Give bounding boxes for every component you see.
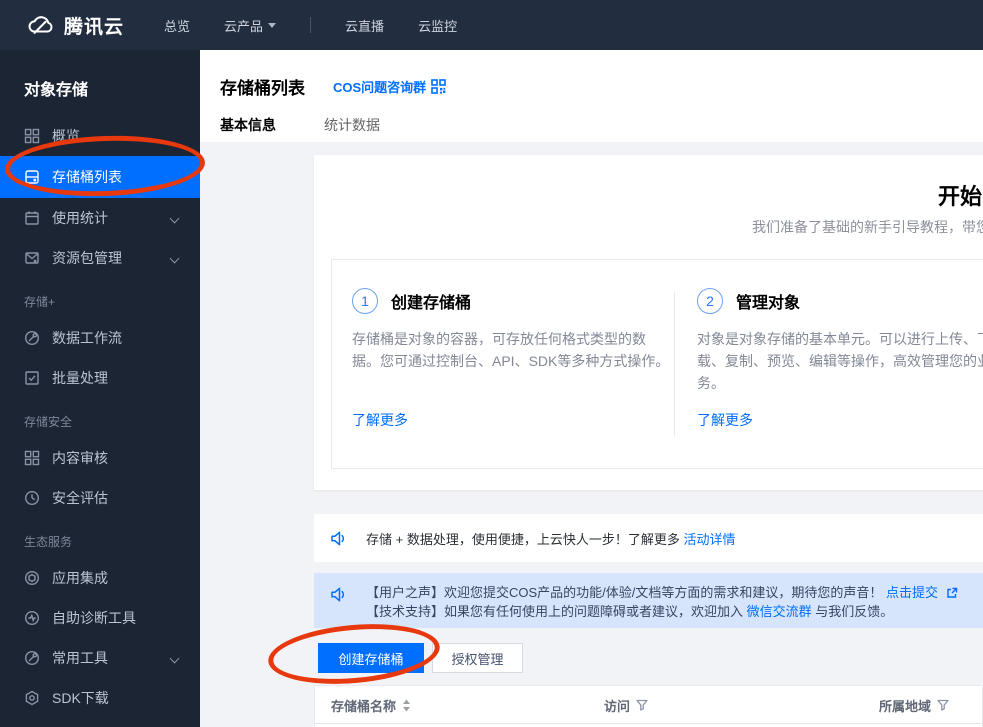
sidebar-item-key-management[interactable]: 密钥管理: [0, 718, 200, 727]
learn-more-link[interactable]: 了解更多: [352, 410, 408, 430]
integration-icon: [24, 570, 40, 586]
sidebar-item-label: 使用统计: [52, 210, 108, 226]
submit-feedback-link[interactable]: 点击提交: [886, 585, 938, 600]
bucket-table-header: 存储桶名称 访问 所属地域: [315, 686, 982, 724]
brand-name: 腾讯云: [64, 16, 125, 38]
gauge-icon: [24, 490, 40, 506]
wechat-group-link[interactable]: 微信交流群: [747, 604, 812, 619]
nav-item-monitor[interactable]: 云监控: [418, 16, 457, 35]
auth-management-button[interactable]: 授权管理: [432, 643, 523, 673]
sdk-icon: [24, 690, 40, 706]
top-navbar: 腾讯云 总览 云产品 云直播 云监控: [0, 0, 983, 50]
column-region[interactable]: 所属地域: [879, 686, 949, 724]
workflow-icon: [24, 330, 40, 346]
sidebar-item-label: 常用工具: [52, 650, 108, 666]
step-manage-objects: 2 管理对象 对象是对象存储的基本单元。可以进行上传、下载、复制、预览、编辑等操…: [674, 288, 983, 436]
brand-logo[interactable]: 腾讯云: [26, 12, 124, 39]
step-number-badge: 1: [352, 288, 378, 314]
speaker-icon: [330, 586, 347, 628]
promo-banner: 存储 + 数据处理，使用便捷，上云快人一步！了解更多 活动详情: [314, 514, 983, 562]
external-link-icon: [946, 587, 958, 599]
nav-item-products[interactable]: 云产品: [224, 16, 277, 35]
bucket-icon: [24, 169, 40, 185]
qr-code-icon: [431, 79, 446, 94]
sidebar-item-overview[interactable]: 概览: [0, 116, 200, 156]
sidebar-item-label: 数据工作流: [52, 330, 122, 346]
nav-item-overview[interactable]: 总览: [164, 16, 190, 35]
step-description: 对象是对象存储的基本单元。可以进行上传、下载、复制、预览、编辑等操作，高效管理您…: [697, 331, 983, 391]
sidebar-item-usage-stats[interactable]: 使用统计: [0, 198, 200, 238]
feedback-notice: 【用户之声】欢迎您提交COS产品的功能/体验/文档等方面的需求和建议，期待您的声…: [314, 573, 983, 628]
learn-more-link[interactable]: 了解更多: [697, 410, 753, 430]
step-title: 管理对象: [736, 295, 801, 312]
sidebar-item-common-tools[interactable]: 常用工具: [0, 638, 200, 678]
sidebar-item-app-integration[interactable]: 应用集成: [0, 558, 200, 598]
calendar-icon: [24, 210, 40, 226]
nav-item-live[interactable]: 云直播: [345, 16, 384, 35]
package-icon: [24, 250, 40, 266]
sidebar-item-label: 批量处理: [52, 370, 108, 386]
bucket-table: 存储桶名称 访问 所属地域: [314, 685, 983, 727]
chevron-down-icon: [169, 653, 180, 664]
column-access[interactable]: 访问: [604, 686, 648, 724]
sidebar-item-label: SDK下载: [52, 690, 109, 706]
main-content: 存储桶列表 COS问题咨询群 基本信息 统计数据 开始 我们准备了基础的新手引导…: [200, 50, 983, 727]
notice-line-tech-support: 【技术支持】如果您有任何使用上的问题障碍或者建议，欢迎加入 微信交流群 与我们反…: [366, 604, 894, 619]
sidebar-section-storage-plus: 存储+: [24, 295, 56, 309]
sidebar-item-label: 内容审核: [52, 450, 108, 466]
page-title: 存储桶列表: [220, 79, 305, 98]
step-number-badge: 2: [697, 288, 723, 314]
sidebar-item-resource-packs[interactable]: 资源包管理: [0, 238, 200, 278]
sidebar-item-security-assessment[interactable]: 安全评估: [0, 478, 200, 518]
guide-subtitle: 我们准备了基础的新手引导教程，带您快速: [752, 219, 983, 235]
filter-icon[interactable]: [937, 699, 949, 711]
chevron-down-icon: [169, 253, 180, 264]
sidebar-item-batch-processing[interactable]: 批量处理: [0, 358, 200, 398]
guide-title: 开始: [938, 184, 983, 209]
sidebar-item-label: 应用集成: [52, 570, 108, 586]
action-bar: 创建存储桶 授权管理: [314, 643, 983, 673]
batch-icon: [24, 370, 40, 386]
filter-icon[interactable]: [636, 699, 648, 711]
sidebar-item-data-workflow[interactable]: 数据工作流: [0, 318, 200, 358]
nav-divider: [310, 17, 312, 33]
step-description: 存储桶是对象的容器，可存放任何格式类型的数据。您可通过控制台、API、SDK等多…: [352, 331, 670, 369]
sidebar-item-label: 自助诊断工具: [52, 610, 136, 626]
sidebar-item-bucket-list[interactable]: 存储桶列表: [0, 156, 200, 198]
chevron-down-icon: [268, 22, 277, 28]
sidebar-item-sdk-download[interactable]: SDK下载: [0, 678, 200, 718]
grid-icon: [24, 128, 40, 144]
guide-steps-box: 1 创建存储桶 存储桶是对象的容器，可存放任何格式类型的数据。您可通过控制台、A…: [331, 259, 983, 469]
getting-started-card: 开始 我们准备了基础的新手引导教程，带您快速 1 创建存储桶 存储桶是对象的容器…: [314, 155, 983, 490]
content-area: 开始 我们准备了基础的新手引导教程，带您快速 1 创建存储桶 存储桶是对象的容器…: [200, 142, 983, 727]
sidebar: 对象存储 概览 存储桶列表 使用统计 资源包管理 存储+ 数据工作流 批量处理 …: [0, 50, 200, 727]
page-header: 存储桶列表 COS问题咨询群: [200, 50, 983, 99]
cos-consult-group-link[interactable]: COS问题咨询群: [333, 77, 446, 96]
sidebar-item-self-diagnosis[interactable]: 自助诊断工具: [0, 598, 200, 638]
sidebar-item-label: 存储桶列表: [52, 169, 122, 185]
sidebar-item-label: 安全评估: [52, 490, 108, 506]
tencent-cloud-console: 腾讯云 总览 云产品 云直播 云监控 对象存储 概览 存储桶列表 使用统计 资源…: [0, 0, 983, 727]
notice-line-user-voice: 【用户之声】欢迎您提交COS产品的功能/体验/文档等方面的需求和建议，期待您的声…: [366, 583, 958, 602]
activity-details-link[interactable]: 活动详情: [683, 532, 735, 547]
tools-icon: [24, 650, 40, 666]
step-title: 创建存储桶: [391, 295, 472, 312]
sidebar-item-label: 概览: [52, 128, 80, 144]
promo-text: 存储 + 数据处理，使用便捷，上云快人一步！了解更多 活动详情: [366, 531, 736, 547]
sort-icon[interactable]: [402, 699, 411, 712]
sidebar-item-content-moderation[interactable]: 内容审核: [0, 438, 200, 478]
diagnosis-icon: [24, 610, 40, 626]
speaker-icon: [330, 530, 347, 547]
sidebar-section-storage-security: 存储安全: [24, 415, 73, 429]
cloud-logo-icon: [26, 13, 56, 37]
sidebar-item-label: 资源包管理: [52, 250, 122, 266]
create-bucket-button[interactable]: 创建存储桶: [318, 643, 424, 673]
sidebar-title: 对象存储: [24, 82, 89, 99]
step-create-bucket: 1 创建存储桶 存储桶是对象的容器，可存放任何格式类型的数据。您可通过控制台、A…: [332, 260, 674, 468]
grid-icon: [24, 450, 40, 466]
column-bucket-name[interactable]: 存储桶名称: [331, 686, 411, 724]
sidebar-section-ecosystem: 生态服务: [24, 535, 73, 549]
chevron-down-icon: [169, 213, 180, 224]
